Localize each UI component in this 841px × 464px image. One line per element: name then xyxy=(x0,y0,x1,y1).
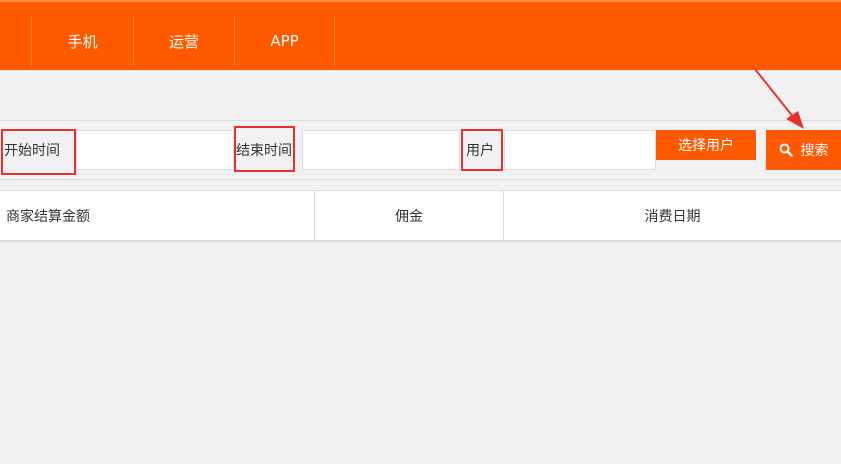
column-header-consume-date: 消费日期 xyxy=(644,209,701,225)
column-header-settlement-amount: 商家结算金额 xyxy=(0,191,315,241)
toolbar-divider-bottom xyxy=(0,179,841,180)
top-nav-bar: 手机 运营 APP xyxy=(0,0,841,70)
nav-item-app[interactable]: APP xyxy=(234,16,335,66)
search-icon xyxy=(779,143,793,157)
nav-item-label: 手机 xyxy=(67,32,98,51)
column-header-commission: 佣金 xyxy=(315,191,504,241)
search-button-label: 搜索 xyxy=(800,143,829,159)
table-header: 商家结算金额 佣金 消费日期 xyxy=(0,190,841,242)
select-user-button[interactable]: 选择用户 xyxy=(656,130,756,160)
nav-item-label: APP xyxy=(270,32,299,50)
end-time-label: 结束时间 xyxy=(236,130,296,170)
start-time-label: 开始时间 xyxy=(4,130,74,170)
user-label: 用户 xyxy=(466,130,502,170)
end-time-input[interactable] xyxy=(302,130,460,170)
nav-item-phone[interactable]: 手机 xyxy=(31,16,133,66)
toolbar-divider-top xyxy=(0,120,841,121)
search-button[interactable]: 搜索 xyxy=(766,130,841,170)
nav-item-label: 运营 xyxy=(168,32,199,51)
user-input[interactable] xyxy=(504,130,656,170)
nav-item-operation[interactable]: 运营 xyxy=(133,16,234,66)
annotation-arrow-icon xyxy=(754,68,804,129)
start-time-input[interactable] xyxy=(76,130,234,170)
